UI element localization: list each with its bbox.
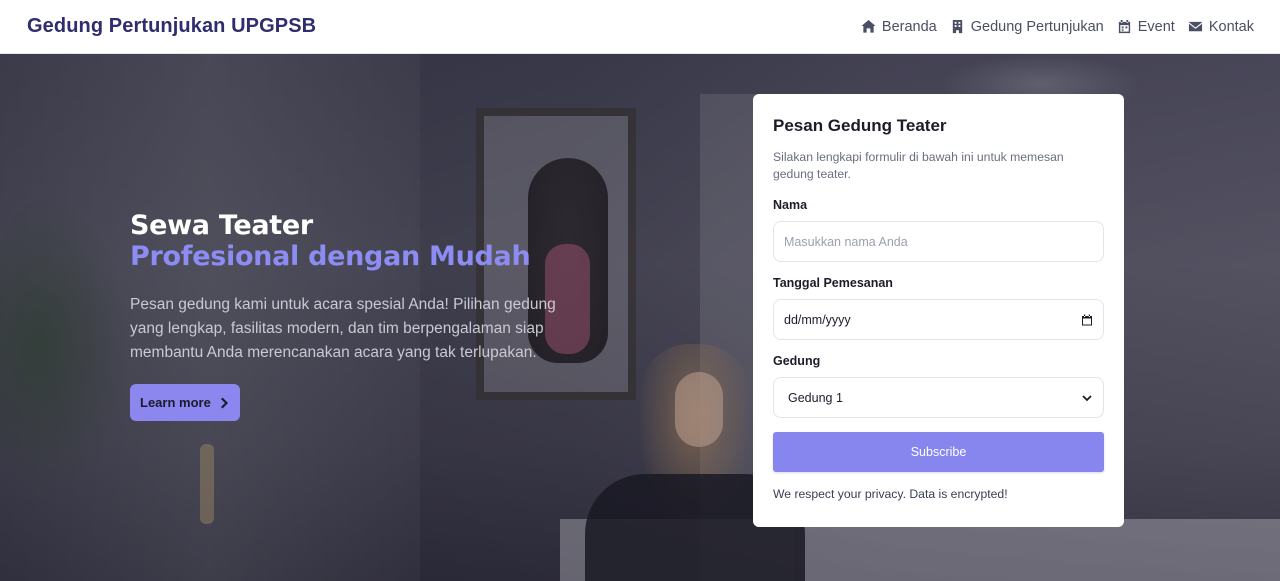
nav-item-beranda[interactable]: Beranda <box>861 19 937 35</box>
privacy-note: We respect your privacy. Data is encrypt… <box>773 487 1008 501</box>
chevron-down-icon <box>1082 394 1092 401</box>
learn-more-button[interactable]: Learn more <box>130 384 240 421</box>
form-title: Pesan Gedung Teater <box>773 116 947 135</box>
date-input[interactable]: dd/mm/yyyy <box>773 299 1104 340</box>
subscribe-button[interactable]: Subscribe <box>773 432 1104 472</box>
name-label: Nama <box>773 198 808 212</box>
nav-item-gedung-pertunjukan[interactable]: Gedung Pertunjukan <box>950 19 1104 35</box>
date-label: Tanggal Pemesanan <box>773 276 893 290</box>
name-input[interactable]: Masukkan nama Anda <box>773 221 1104 262</box>
home-icon <box>861 19 876 33</box>
nav-label-beranda: Beranda <box>881 18 937 35</box>
date-value: dd/mm/yyyy <box>784 312 851 327</box>
hero-title: Sewa Teater <box>130 210 313 241</box>
hero-background-person-face <box>675 372 723 447</box>
building-selected-value: Gedung 1 <box>788 390 843 405</box>
navbar: Gedung Pertunjukan UPGPSB Beranda Gedung… <box>0 0 1280 54</box>
hero-background-desk <box>560 519 1280 581</box>
building-select[interactable]: Gedung 1 <box>773 377 1104 418</box>
hero-description: Pesan gedung kami untuk acara spesial An… <box>130 296 556 361</box>
learn-more-label: Learn more <box>140 395 211 410</box>
hero-subtitle: Profesional dengan Mudah <box>130 241 531 272</box>
chevron-right-icon <box>220 397 228 408</box>
hero-background-plant <box>0 194 130 494</box>
nav-label-kontak: Kontak <box>1208 18 1254 35</box>
hero-background-door-handle <box>200 444 214 524</box>
hero-section: Sewa Teater Profesional dengan Mudah Pes… <box>0 54 1280 581</box>
site-brand[interactable]: Gedung Pertunjukan UPGPSB <box>27 15 316 38</box>
calendar-icon <box>1118 19 1130 34</box>
main-nav: Beranda Gedung Pertunjukan Event Kontak <box>861 19 1254 35</box>
hero-background-person-hair <box>640 344 750 524</box>
building-icon <box>952 19 962 34</box>
hero-text: Sewa Teater Profesional dengan Mudah Pes… <box>130 210 560 421</box>
nav-item-kontak[interactable]: Kontak <box>1188 19 1254 35</box>
form-description: Silakan lengkapi formulir di bawah ini u… <box>773 150 1064 181</box>
nav-label-gedung-pertunjukan: Gedung Pertunjukan <box>970 18 1104 35</box>
booking-form: Pesan Gedung Teater Silakan lengkapi for… <box>753 94 1124 527</box>
nav-label-event: Event <box>1137 18 1175 35</box>
calendar-picker-icon[interactable] <box>1081 314 1093 326</box>
nav-item-event[interactable]: Event <box>1117 19 1175 35</box>
envelope-icon <box>1188 21 1202 32</box>
name-placeholder: Masukkan nama Anda <box>784 234 908 249</box>
building-label: Gedung <box>773 354 821 368</box>
